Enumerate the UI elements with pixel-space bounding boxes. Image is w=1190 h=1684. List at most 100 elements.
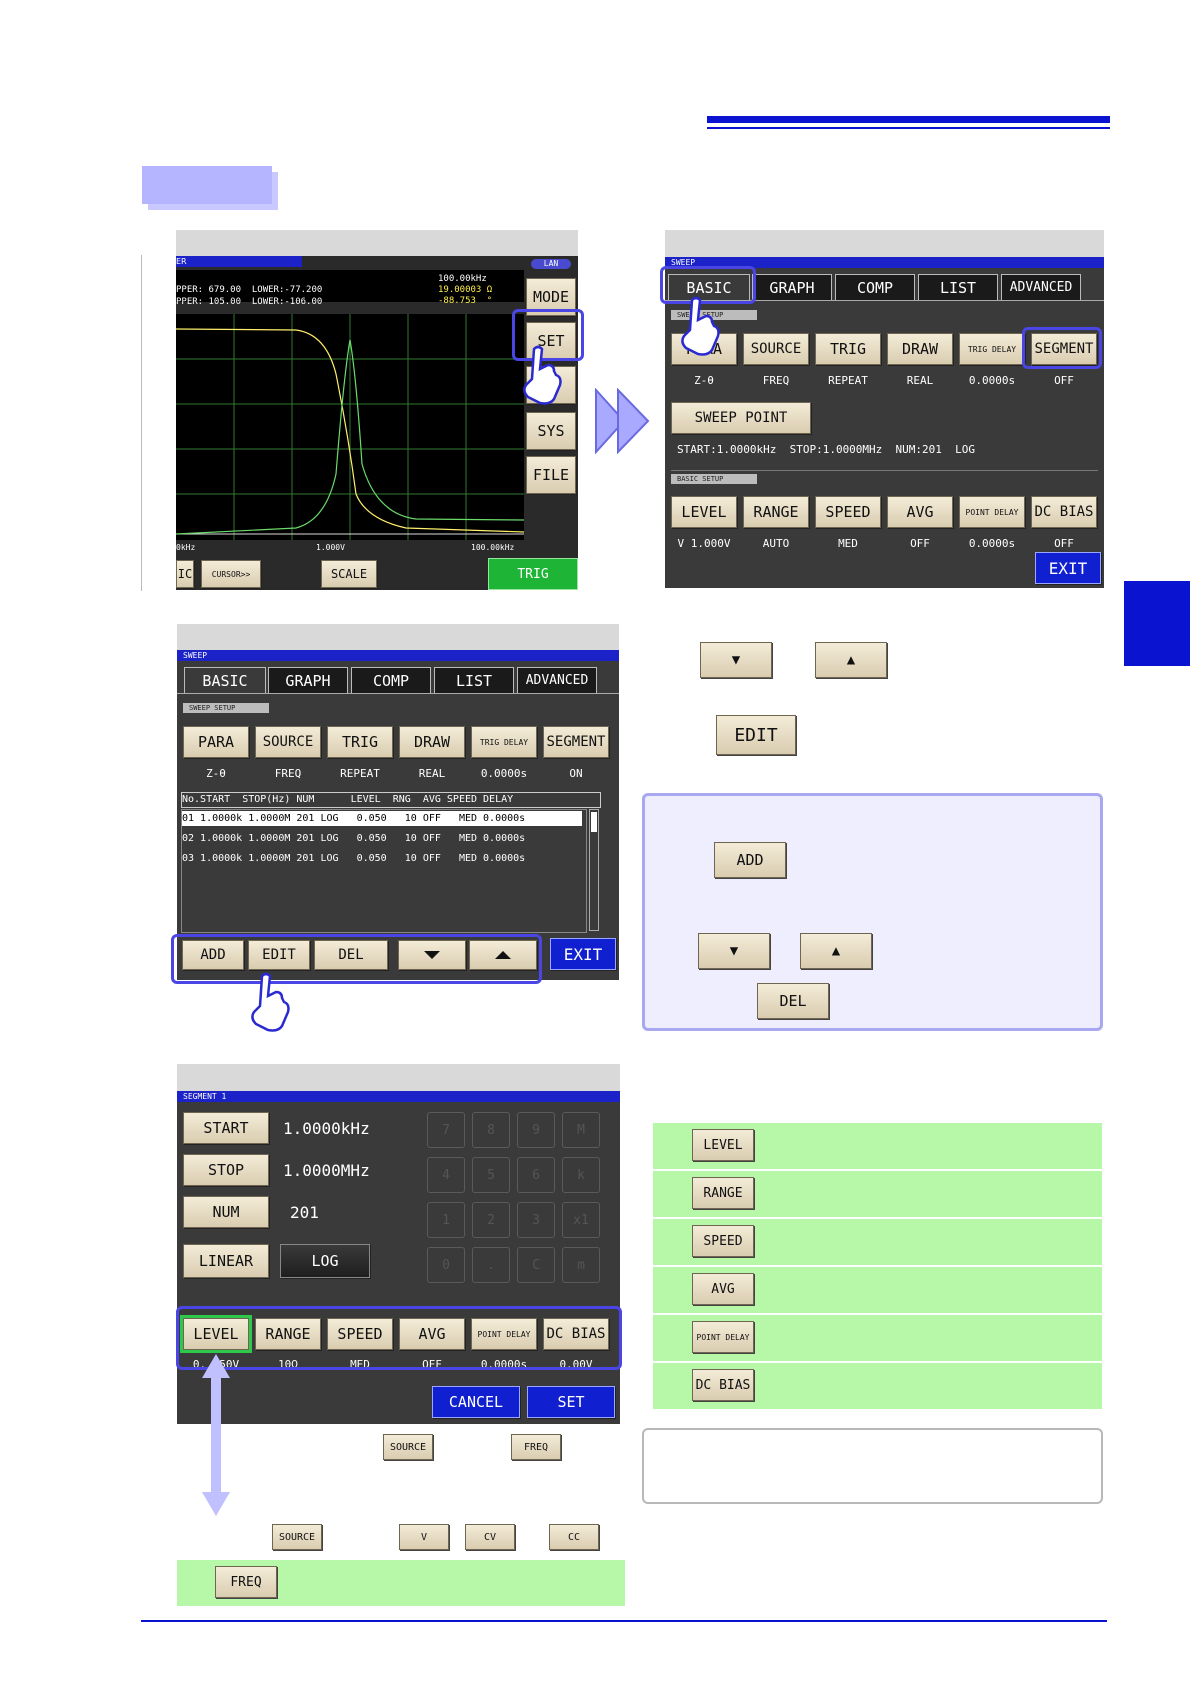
- draw-button[interactable]: DRAW: [887, 333, 953, 365]
- segment-list-screen: SWEEP BASIC GRAPH COMP LIST ADVANCED SWE…: [177, 624, 619, 980]
- keypad-1[interactable]: 1: [427, 1202, 465, 1238]
- keypad-7[interactable]: 7: [427, 1112, 465, 1148]
- keypad-milli[interactable]: m: [562, 1247, 600, 1283]
- tab-comp[interactable]: COMP: [835, 274, 915, 300]
- list-buttons-highlight: [171, 934, 542, 984]
- axis-stop-label: 100.00kHz: [471, 543, 515, 552]
- source-button[interactable]: SOURCE: [255, 726, 321, 758]
- segment-value: ON: [569, 767, 583, 780]
- keypad-2[interactable]: 2: [472, 1202, 510, 1238]
- log-button[interactable]: LOG: [280, 1244, 370, 1278]
- draw-button[interactable]: DRAW: [399, 726, 465, 758]
- edit-key: EDIT: [716, 715, 796, 755]
- triangle-up-icon: ▲: [831, 943, 841, 959]
- up-key: ▲: [800, 933, 872, 969]
- keypad-5[interactable]: 5: [472, 1157, 510, 1193]
- stop-value: 1.0000MHz: [283, 1161, 370, 1180]
- axis-level-label: 1.000V: [316, 543, 345, 552]
- table-scrollbar[interactable]: [589, 809, 599, 931]
- linear-button[interactable]: LINEAR: [183, 1244, 269, 1278]
- tab-advanced[interactable]: ADVANCED: [1001, 274, 1081, 300]
- point-delay-button[interactable]: POINT DELAY: [959, 496, 1025, 528]
- keypad-mega[interactable]: M: [562, 1112, 600, 1148]
- start-value: 1.0000kHz: [283, 1119, 370, 1138]
- tab-graph[interactable]: GRAPH: [268, 667, 348, 693]
- sweep-point-button[interactable]: SWEEP POINT: [671, 402, 811, 434]
- down-key: ▼: [700, 642, 772, 678]
- trig-button[interactable]: TRIG: [488, 558, 578, 590]
- trig-value: REPEAT: [828, 374, 868, 387]
- keypad-8[interactable]: 8: [472, 1112, 510, 1148]
- set-button[interactable]: SET: [527, 1386, 615, 1418]
- segment-table: [181, 809, 587, 933]
- file-button[interactable]: FILE: [526, 456, 576, 494]
- dc-bias-key: DC BIAS: [692, 1369, 754, 1401]
- keypad-9[interactable]: 9: [517, 1112, 555, 1148]
- segment-edit-screen: SEGMENT 1 START 1.0000kHz STOP 1.0000MHz…: [177, 1064, 620, 1424]
- cursor-button[interactable]: CURSOR>>: [201, 560, 261, 588]
- source-key: SOURCE: [383, 1434, 433, 1460]
- cancel-button[interactable]: CANCEL: [432, 1386, 520, 1418]
- readout-frequency: 100.00kHz: [438, 274, 487, 284]
- step-badge: [142, 166, 272, 204]
- tab-graph[interactable]: GRAPH: [752, 274, 832, 300]
- chapter-side-tab: [1124, 581, 1190, 666]
- sys-button[interactable]: SYS: [526, 412, 576, 450]
- pointing-hand-icon: [523, 345, 562, 405]
- keypad-dot[interactable]: .: [472, 1247, 510, 1283]
- keypad-0[interactable]: 0: [427, 1247, 465, 1283]
- segment-button[interactable]: SEGMENT: [543, 726, 609, 758]
- source-key: SOURCE: [272, 1524, 322, 1550]
- dc-bias-button[interactable]: DC BIAS: [1031, 496, 1097, 528]
- upper-limit-1: PPER: 679.00 LOWER:-77.200: [176, 285, 323, 295]
- keypad-4[interactable]: 4: [427, 1157, 465, 1193]
- add-key: ADD: [714, 842, 786, 878]
- avg-button[interactable]: AVG: [887, 496, 953, 528]
- cv-key: CV: [465, 1524, 515, 1550]
- table-row[interactable]: 02 1.0000k 1.0000M 201 LOG 0.050 10 OFF …: [182, 831, 582, 846]
- del-key: DEL: [757, 983, 829, 1019]
- trig-delay-button[interactable]: TRIG DELAY: [959, 333, 1025, 365]
- range-key: RANGE: [692, 1177, 754, 1209]
- freq-key: FREQ: [215, 1566, 277, 1598]
- level-button[interactable]: LEVEL: [671, 496, 737, 528]
- header-rule-thin: [707, 127, 1110, 129]
- keypad-clear[interactable]: C: [517, 1247, 555, 1283]
- start-button[interactable]: START: [183, 1112, 269, 1144]
- exit-button[interactable]: EXIT: [1035, 552, 1101, 584]
- keypad-kilo[interactable]: k: [562, 1157, 600, 1193]
- stop-button[interactable]: STOP: [183, 1154, 269, 1186]
- tab-basic[interactable]: BASIC: [184, 667, 266, 693]
- keypad-x1[interactable]: x1: [562, 1202, 600, 1238]
- screen3-title: SWEEP: [177, 650, 619, 661]
- range-button[interactable]: RANGE: [743, 496, 809, 528]
- tab-comp[interactable]: COMP: [351, 667, 431, 693]
- trig-button[interactable]: TRIG: [327, 726, 393, 758]
- exit-button[interactable]: EXIT: [550, 938, 616, 970]
- para-value: Z-θ: [206, 767, 226, 780]
- scale-button[interactable]: SCALE: [321, 560, 377, 588]
- trig-delay-button[interactable]: TRIG DELAY: [471, 726, 537, 758]
- freq-key: FREQ: [511, 1434, 561, 1460]
- speed-key: SPEED: [692, 1225, 754, 1257]
- speed-button[interactable]: SPEED: [815, 496, 881, 528]
- tab-advanced[interactable]: ADVANCED: [517, 667, 597, 693]
- num-button[interactable]: NUM: [183, 1196, 269, 1228]
- tab-list[interactable]: LIST: [434, 667, 514, 693]
- keypad-3[interactable]: 3: [517, 1202, 555, 1238]
- trig-delay-value: 0.0000s: [968, 374, 1016, 387]
- source-button[interactable]: SOURCE: [743, 333, 809, 365]
- point-delay-key: POINT DELAY: [692, 1321, 754, 1353]
- trig-button[interactable]: TRIG: [815, 333, 881, 365]
- screen1-title: ER: [176, 256, 302, 267]
- down-key: ▼: [698, 933, 770, 969]
- ic-button[interactable]: IC: [176, 560, 194, 588]
- tab-list[interactable]: LIST: [918, 274, 998, 300]
- keypad-6[interactable]: 6: [517, 1157, 555, 1193]
- readout-phase: -88.753 °: [438, 296, 493, 306]
- source-value: FREQ: [274, 767, 302, 780]
- para-button[interactable]: PARA: [183, 726, 249, 758]
- table-row[interactable]: 03 1.0000k 1.0000M 201 LOG 0.050 10 OFF …: [182, 851, 582, 866]
- table-row[interactable]: 01 1.0000k 1.0000M 201 LOG 0.050 10 OFF …: [182, 811, 582, 826]
- draw-value: REAL: [418, 767, 446, 780]
